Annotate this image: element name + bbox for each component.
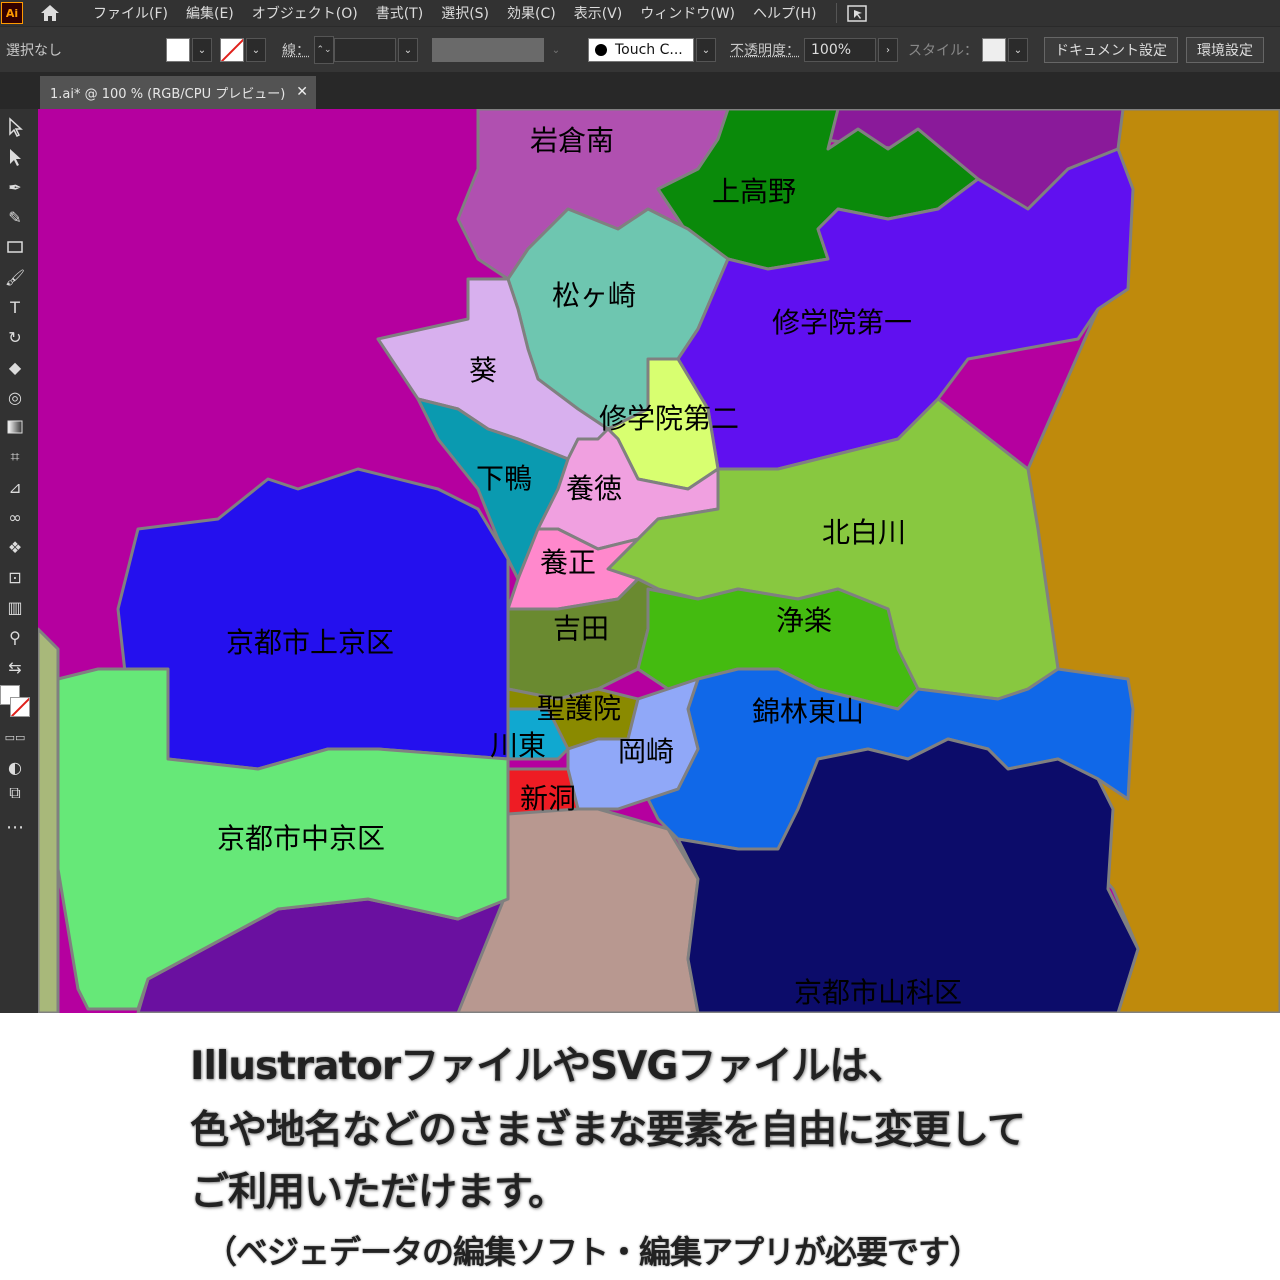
style-label[interactable]: スタイル：: [908, 40, 978, 60]
caption-line-1: IllustratorファイルやSVGファイルは、: [190, 1044, 906, 1089]
document-tab-title: 1.ai* @ 100 % (RGB/CPU プレビュー): [50, 87, 286, 102]
preferences-button[interactable]: 環境設定: [1186, 37, 1264, 63]
caption-note: （ベジェデータの編集ソフト・編集アプリが必要です）: [205, 1233, 981, 1271]
menu-type[interactable]: 書式(T): [376, 3, 423, 23]
menu-select[interactable]: 選択(S): [441, 3, 489, 23]
fill-dropdown-chevron-icon[interactable]: ⌄: [192, 38, 212, 62]
map-label-shugakuin-1: 修学院第一: [771, 306, 913, 339]
stroke-swatch[interactable]: [220, 38, 244, 62]
fill-swatch[interactable]: [166, 38, 190, 62]
symbol-sprayer-tool-icon[interactable]: ❖: [2, 535, 28, 559]
map-label-kawahigashi: 川東: [489, 729, 547, 762]
map-label-matsugasaki: 松ヶ崎: [551, 279, 637, 312]
menu-window[interactable]: ウィンドウ(W): [640, 3, 735, 23]
variable-width-profile[interactable]: [432, 38, 544, 62]
map-label-shugakuin-2: 修学院第二: [598, 402, 740, 435]
illustrator-logo: Ai: [1, 2, 23, 24]
eyedropper-tool-icon[interactable]: ⊿: [2, 475, 28, 499]
stroke-weight-input[interactable]: [334, 38, 396, 62]
artboard-tool-icon[interactable]: ⊡: [2, 565, 28, 589]
direct-selection-tool-icon[interactable]: [2, 145, 28, 169]
graph-tool-icon[interactable]: ▥: [2, 595, 28, 619]
map-label-kamitakano: 上高野: [711, 175, 797, 208]
style-swatch[interactable]: [982, 38, 1006, 62]
document-tab-bar: 1.ai* @ 100 % (RGB/CPU プレビュー) ✕: [0, 72, 1280, 109]
gradient-tool-icon[interactable]: [2, 415, 28, 439]
menu-effect[interactable]: 効果(C): [507, 3, 556, 23]
menu-object[interactable]: オブジェクト(O): [252, 3, 358, 23]
opacity-chevron-icon[interactable]: ›: [878, 38, 898, 62]
brush-definition[interactable]: Touch C...: [588, 38, 694, 62]
map-label-yosei: 養正: [539, 546, 597, 579]
home-icon[interactable]: [37, 0, 63, 26]
style-chevron-icon[interactable]: ⌄: [1008, 38, 1028, 62]
menu-edit[interactable]: 編集(E): [186, 3, 234, 23]
caption-line-2: 色や地名などのさまざまな要素を自由に変更して: [190, 1108, 1026, 1153]
close-icon[interactable]: ✕: [296, 84, 308, 100]
artboard-canvas[interactable]: 岩倉南 上高野 松ヶ崎 修学院第一 葵 修学院第二 下鴨 養徳 北白川 養正 京…: [38, 109, 1280, 1013]
brush-name: Touch C...: [615, 42, 683, 58]
menu-view[interactable]: 表示(V): [574, 3, 623, 23]
map-label-kinrin-higashiyama: 錦林東山: [751, 695, 865, 728]
caption-line-3: ご利用いただけます。: [190, 1170, 567, 1215]
blend-tool-icon[interactable]: ∞: [2, 505, 28, 529]
opacity-label[interactable]: 不透明度：: [730, 40, 800, 60]
map-label-shogoin: 聖護院: [536, 692, 622, 725]
selection-status: 選択なし: [6, 43, 62, 59]
swap-fill-stroke-icon[interactable]: ⇆: [2, 655, 28, 679]
paintbrush-tool-icon[interactable]: 🖌: [2, 265, 28, 289]
zoom-tool-icon[interactable]: ⚲: [2, 625, 28, 649]
stroke-weight-chevron-icon[interactable]: ⌄: [398, 38, 418, 62]
menu-file[interactable]: ファイル(F): [93, 3, 168, 23]
tools-panel: ✒ ✎ 🖌 T ↻ ◆ ◎ ⌗ ⊿ ∞ ❖ ⊡ ▥ ⚲ ⇆ ▭▭ ◐ ⧉ ⋯: [0, 109, 38, 1013]
menu-bar: Ai ファイル(F) 編集(E) オブジェクト(O) 書式(T) 選択(S) 効…: [0, 0, 1280, 26]
map-label-shindo: 新洞: [519, 782, 577, 815]
more-tools-icon[interactable]: ⋯: [2, 815, 28, 839]
map-label-kitashirakawa: 北白川: [821, 516, 907, 549]
rectangle-tool-icon[interactable]: [2, 235, 28, 259]
map-label-yoshida: 吉田: [552, 612, 610, 645]
menu-help[interactable]: ヘルプ(H): [753, 3, 816, 23]
color-mode-icon[interactable]: ▭▭: [2, 725, 28, 749]
brush-chevron-icon[interactable]: ⌄: [696, 38, 716, 62]
control-bar: 選択なし ⌄ ⌄ 線： ⌃⌄ ⌄ ⌄ Touch C... ⌄ 不透明度： 10…: [0, 26, 1280, 73]
map-label-yamashina-ku: 京都市山科区: [793, 976, 963, 1009]
opacity-input[interactable]: 100%: [804, 38, 876, 62]
stroke-color-box[interactable]: [10, 697, 30, 717]
pen-tool-icon[interactable]: ✒: [2, 175, 28, 199]
brush-dot-icon: [595, 44, 607, 56]
map-label-joraku: 浄楽: [775, 604, 833, 637]
document-settings-button[interactable]: ドキュメント設定: [1044, 37, 1178, 63]
stroke-label[interactable]: 線：: [282, 40, 310, 60]
map-label-yotoku: 養徳: [565, 472, 623, 505]
eraser-tool-icon[interactable]: ◆: [2, 355, 28, 379]
map-label-okazaki: 岡崎: [617, 735, 675, 768]
arrange-documents-icon[interactable]: [845, 2, 869, 24]
caption-area: IllustratorファイルやSVGファイルは、 色や地名などのさまざまな要素…: [0, 1013, 1280, 1280]
mesh-tool-icon[interactable]: ⌗: [2, 445, 28, 469]
district-map: [38, 109, 1280, 1013]
map-label-iwakura-minami: 岩倉南: [529, 124, 615, 157]
document-tab[interactable]: 1.ai* @ 100 % (RGB/CPU プレビュー) ✕: [40, 76, 316, 109]
drawing-mode-icon[interactable]: ◐: [2, 755, 28, 779]
map-label-nakagyo-ku: 京都市中京区: [216, 822, 386, 855]
map-region-outer-west: [38, 627, 60, 1013]
map-label-shimogamo: 下鴨: [475, 462, 533, 495]
menu-divider: [836, 3, 838, 23]
map-region-10[interactable]: [116, 467, 510, 771]
curvature-tool-icon[interactable]: ✎: [2, 205, 28, 229]
selection-tool-icon[interactable]: [2, 115, 28, 139]
shape-builder-tool-icon[interactable]: ◎: [2, 385, 28, 409]
stroke-dropdown-chevron-icon[interactable]: ⌄: [246, 38, 266, 62]
map-label-aoi: 葵: [468, 354, 498, 387]
screen-mode-icon[interactable]: ⧉: [2, 781, 28, 805]
profile-chevron-icon[interactable]: ⌄: [546, 38, 566, 62]
rotate-tool-icon[interactable]: ↻: [2, 325, 28, 349]
stroke-weight-stepper[interactable]: ⌃⌄: [314, 36, 334, 64]
map-label-kamigyo-ku: 京都市上京区: [225, 626, 395, 659]
type-tool-icon[interactable]: T: [2, 295, 28, 319]
